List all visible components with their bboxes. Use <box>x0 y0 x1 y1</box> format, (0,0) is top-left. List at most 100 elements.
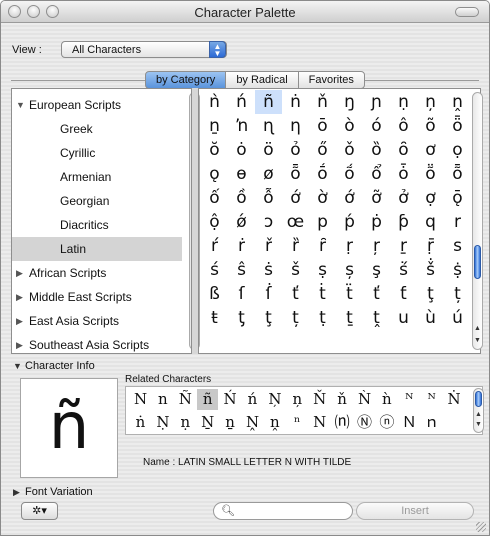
glyph-cell[interactable]: œ <box>282 210 309 234</box>
related-character-cell[interactable]: Ñ <box>175 389 196 410</box>
glyph-cell[interactable]: ɳ <box>255 114 282 138</box>
glyph-cell[interactable]: ô <box>390 114 417 138</box>
glyph-cell[interactable]: ŗ <box>363 234 390 258</box>
glyph-cell[interactable]: ở <box>390 186 417 210</box>
glyph-cell[interactable]: ȓ <box>309 234 336 258</box>
glyph-cell[interactable]: ỗ <box>255 186 282 210</box>
glyph-cell[interactable]: ú <box>444 306 471 330</box>
glyph-cell[interactable]: ß <box>201 282 228 306</box>
related-scrollbar[interactable]: ▲ ▼ <box>473 388 484 433</box>
glyph-cell[interactable]: p <box>309 210 336 234</box>
category-diacritics[interactable]: Diacritics <box>12 213 182 237</box>
glyph-cell[interactable]: ø <box>255 162 282 186</box>
glyph-cell[interactable]: ō <box>309 114 336 138</box>
glyph-cell[interactable]: ƥ <box>390 210 417 234</box>
glyph-cell[interactable]: ǭ <box>444 186 471 210</box>
glyph-cell[interactable]: ȍ <box>363 138 390 162</box>
glyph-cell[interactable]: ồ <box>228 186 255 210</box>
glyph-cell[interactable]: ť <box>363 282 390 306</box>
glyph-cell[interactable]: ŕ <box>201 234 228 258</box>
glyph-cell[interactable]: ṣ <box>309 258 336 282</box>
glyph-cell[interactable]: ɔ <box>255 210 282 234</box>
glyph-cell[interactable]: ṗ <box>363 210 390 234</box>
related-character-cell[interactable]: Ṋ <box>242 412 263 433</box>
related-character-cell[interactable]: Ń <box>220 389 241 410</box>
glyph-cell[interactable]: ṯ <box>336 306 363 330</box>
category-middle-east-scripts[interactable]: ▶ Middle East Scripts <box>12 285 182 309</box>
glyph-cell[interactable]: ṩ <box>444 258 471 282</box>
glyph-cell[interactable]: ố <box>201 186 228 210</box>
category-georgian[interactable]: Georgian <box>12 189 182 213</box>
glyph-cell[interactable]: ț <box>282 306 309 330</box>
glyph-cell[interactable]: ś <box>201 258 228 282</box>
related-character-cell[interactable]: Ｎ <box>399 412 420 433</box>
title-bar[interactable]: Character Palette <box>1 1 489 23</box>
character-grid-scrollbar[interactable]: ▲ ▼ <box>472 92 483 350</box>
related-character-cell[interactable]: Ň <box>309 389 330 410</box>
glyph-cell[interactable]: ṏ <box>417 162 444 186</box>
disclosure-closed-icon[interactable]: ▶ <box>16 333 23 353</box>
glyph-cell[interactable]: ṇ <box>390 90 417 114</box>
glyph-cell[interactable]: ó <box>363 114 390 138</box>
glyph-cell[interactable]: r <box>444 210 471 234</box>
related-character-cell[interactable]: ṋ <box>264 412 285 433</box>
related-character-cell[interactable]: ᴺ <box>421 389 442 410</box>
related-character-cell[interactable]: Ņ <box>264 389 285 410</box>
search-input[interactable]: 🔍︎ <box>213 502 353 520</box>
scroll-down-arrow-icon[interactable]: ▼ <box>475 421 482 428</box>
glyph-cell[interactable]: ș <box>336 258 363 282</box>
action-gear-button[interactable]: ✲▾ <box>21 502 58 520</box>
character-info-disclosure-icon[interactable]: ▼ <box>13 361 22 371</box>
glyph-cell[interactable]: ṓ <box>309 162 336 186</box>
glyph-cell[interactable]: ṛ <box>336 234 363 258</box>
category-european-scripts[interactable]: ▼ European Scripts <box>12 93 182 117</box>
glyph-cell[interactable]: ợ <box>417 186 444 210</box>
glyph-cell[interactable]: ƭ <box>390 282 417 306</box>
disclosure-closed-icon[interactable]: ▶ <box>16 285 23 309</box>
resize-grip-icon[interactable] <box>476 522 486 532</box>
glyph-cell[interactable]: ǹ <box>201 90 228 114</box>
glyph-cell[interactable]: ñ <box>255 90 282 114</box>
glyph-cell[interactable]: ỏ <box>282 138 309 162</box>
glyph-cell[interactable]: ù <box>417 306 444 330</box>
glyph-cell[interactable]: ń <box>228 90 255 114</box>
disclosure-closed-icon[interactable]: ▶ <box>16 261 23 285</box>
glyph-cell[interactable]: ổ <box>363 162 390 186</box>
glyph-cell[interactable]: ṉ <box>201 114 228 138</box>
scroll-up-arrow-icon[interactable]: ▲ <box>474 325 481 332</box>
tab-by-radical[interactable]: by Radical <box>225 71 299 89</box>
glyph-cell[interactable]: ȯ <box>228 138 255 162</box>
glyph-cell[interactable]: ṕ <box>336 210 363 234</box>
pane-splitter[interactable] <box>191 88 199 354</box>
glyph-cell[interactable]: ȭ <box>282 162 309 186</box>
tab-favorites[interactable]: Favorites <box>297 71 365 89</box>
glyph-cell[interactable]: ớ <box>336 186 363 210</box>
glyph-cell[interactable]: ṋ <box>444 90 471 114</box>
glyph-cell[interactable]: s <box>444 234 471 258</box>
glyph-cell[interactable]: ṍ <box>336 162 363 186</box>
glyph-cell[interactable]: ť <box>282 282 309 306</box>
glyph-cell[interactable]: ṥ <box>390 258 417 282</box>
glyph-cell[interactable]: ṡ <box>255 258 282 282</box>
glyph-cell[interactable]: ṫ <box>309 282 336 306</box>
category-southeast-asia-scripts[interactable]: ▶ Southeast Asia Scripts <box>12 333 182 353</box>
tab-by-category[interactable]: by Category <box>145 71 227 89</box>
glyph-cell[interactable]: ƞ <box>282 114 309 138</box>
related-character-cell[interactable]: ǹ <box>376 389 397 410</box>
glyph-cell[interactable]: ǫ <box>201 162 228 186</box>
grid-scroll-thumb[interactable] <box>474 245 481 279</box>
glyph-cell[interactable]: ṙ <box>228 234 255 258</box>
glyph-cell[interactable]: ŧ <box>201 306 228 330</box>
glyph-cell[interactable]: ộ <box>201 210 228 234</box>
related-character-cell[interactable]: N <box>309 412 330 433</box>
glyph-cell[interactable]: ọ <box>444 138 471 162</box>
glyph-cell[interactable]: ŉ <box>228 114 255 138</box>
related-character-cell[interactable]: ń <box>242 389 263 410</box>
related-character-cell[interactable]: ň <box>332 389 353 410</box>
related-character-cell[interactable]: n <box>152 389 173 410</box>
scroll-up-arrow-icon[interactable]: ▲ <box>475 411 482 418</box>
related-character-cell[interactable]: ṉ <box>220 412 241 433</box>
glyph-cell[interactable]: õ <box>417 114 444 138</box>
related-character-cell[interactable]: Ṉ <box>197 412 218 433</box>
glyph-cell[interactable]: ş <box>363 258 390 282</box>
